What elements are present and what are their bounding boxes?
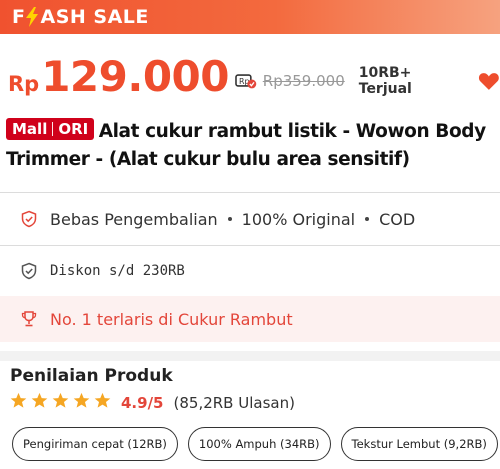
reviews-heading: Penilaian Produk — [10, 366, 173, 386]
product-title-block: Mall ORI Alat cukur rambut listik - Wowon… — [6, 118, 496, 174]
guarantee-item: COD — [379, 209, 416, 229]
star-icon — [52, 392, 69, 408]
rating-row[interactable]: 4.9/5 (85,2RB Ulasan) — [10, 392, 295, 414]
rating-score: 4.9/5 — [121, 394, 164, 412]
discount-text: Diskon s/d 230RB — [50, 263, 185, 279]
ranking-row[interactable]: No. 1 terlaris di Cukur Rambut — [0, 296, 500, 342]
review-filter-chips: Pengiriman cepat (12RB) 100% Ampuh (34RB… — [12, 427, 498, 461]
shield-check-icon — [21, 262, 37, 280]
discount-row[interactable]: Diskon s/d 230RB — [0, 246, 500, 296]
price-original: Rp359.000 — [262, 72, 345, 90]
guarantee-item: 100% Original — [241, 209, 356, 229]
mall-ori-badge: Mall ORI — [6, 118, 95, 140]
badge-separator — [52, 122, 54, 136]
guarantees-row[interactable]: Bebas Pengembalian 100% Original COD — [0, 193, 500, 245]
shield-check-icon — [21, 210, 37, 228]
section-gap — [0, 351, 500, 361]
price-tag-icon[interactable]: Rp — [235, 73, 257, 89]
price-row: Rp 129.000 Rp Rp359.000 10RB+ Terjual — [0, 34, 500, 118]
star-icon — [94, 392, 111, 408]
badge-ori-label: ORI — [58, 120, 89, 138]
review-chip[interactable]: 100% Ampuh (34RB) — [187, 427, 331, 461]
star-icon — [31, 392, 48, 408]
guarantee-item: Bebas Pengembalian — [50, 209, 218, 229]
flash-sale-label-rest: ASH SALE — [40, 6, 149, 28]
separator-dot — [365, 217, 370, 221]
heart-icon[interactable] — [478, 71, 500, 91]
sold-count: 10RB+ Terjual — [358, 65, 412, 97]
flash-sale-banner: F ASH SALE — [0, 0, 500, 34]
badge-mall-label: Mall — [12, 120, 48, 138]
star-icon — [10, 392, 27, 408]
star-icon — [73, 392, 90, 408]
price-currency: Rp — [8, 72, 40, 96]
separator-dot — [227, 217, 232, 221]
flash-sale-label-first: F — [12, 6, 26, 28]
ranking-text: No. 1 terlaris di Cukur Rambut — [50, 309, 293, 329]
review-chip[interactable]: Pengiriman cepat (12RB) — [12, 427, 178, 461]
star-rating — [10, 392, 115, 414]
review-chip[interactable]: Tekstur Lembut (9,2RB) — [340, 427, 498, 461]
flash-sale-title: F ASH SALE — [12, 6, 149, 28]
trophy-icon — [21, 311, 37, 327]
lightning-bolt-icon — [26, 7, 39, 27]
rating-count: (85,2RB Ulasan) — [173, 394, 295, 412]
price-current: 129.000 — [41, 51, 229, 101]
